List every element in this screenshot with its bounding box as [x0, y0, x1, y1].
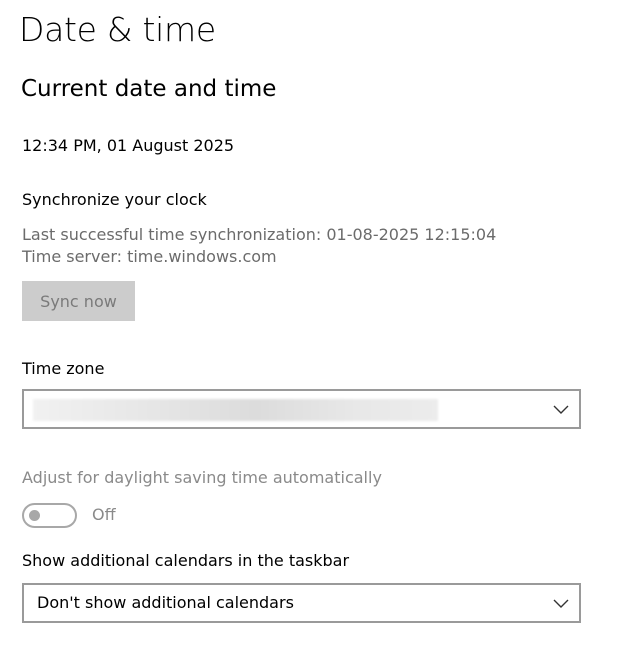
- chevron-down-icon: [553, 599, 569, 608]
- current-date-time-heading: Current date and time: [21, 76, 277, 102]
- time-zone-dropdown[interactable]: [22, 389, 581, 429]
- daylight-saving-toggle[interactable]: [22, 503, 77, 528]
- time-zone-label: Time zone: [22, 359, 105, 378]
- additional-calendars-label: Show additional calendars in the taskbar: [22, 551, 350, 570]
- time-server-text: Time server: time.windows.com: [22, 247, 277, 266]
- daylight-saving-toggle-state: Off: [92, 505, 116, 524]
- sync-now-button[interactable]: Sync now: [22, 281, 135, 321]
- sync-clock-heading: Synchronize your clock: [22, 190, 207, 209]
- time-zone-value-redacted: [33, 399, 438, 421]
- last-sync-text: Last successful time synchronization: 01…: [22, 225, 497, 244]
- chevron-down-icon: [553, 405, 569, 414]
- current-date-time-value: 12:34 PM, 01 August 2025: [22, 136, 235, 155]
- additional-calendars-dropdown[interactable]: Don't show additional calendars: [22, 583, 581, 623]
- page-title: Date & time: [19, 10, 216, 49]
- daylight-saving-label: Adjust for daylight saving time automati…: [22, 468, 382, 487]
- additional-calendars-selected: Don't show additional calendars: [37, 593, 294, 612]
- toggle-knob: [29, 510, 40, 521]
